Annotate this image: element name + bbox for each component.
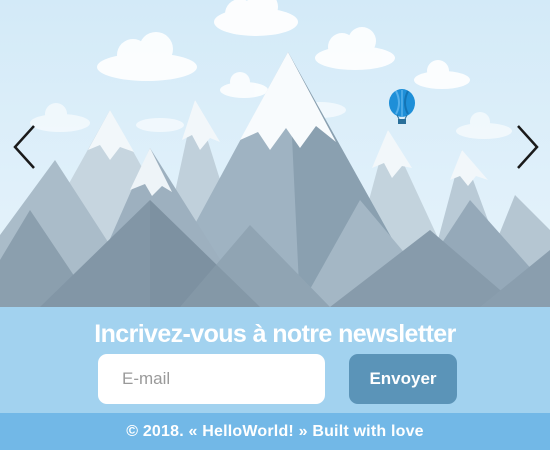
footer: © 2018. « HelloWorld! » Built with love [0, 413, 550, 450]
email-input[interactable] [98, 354, 325, 404]
chevron-left-icon [13, 125, 35, 169]
footer-text: © 2018. « HelloWorld! » Built with love [126, 423, 424, 440]
submit-button[interactable]: Envoyer [349, 354, 457, 404]
newsletter-title: Incrivez-vous à notre newsletter [94, 320, 456, 348]
hero-banner [0, 0, 550, 307]
chevron-right-icon [517, 125, 539, 169]
mountain-illustration [0, 0, 550, 307]
carousel-next-button[interactable] [512, 122, 542, 172]
carousel-prev-button[interactable] [10, 122, 40, 172]
